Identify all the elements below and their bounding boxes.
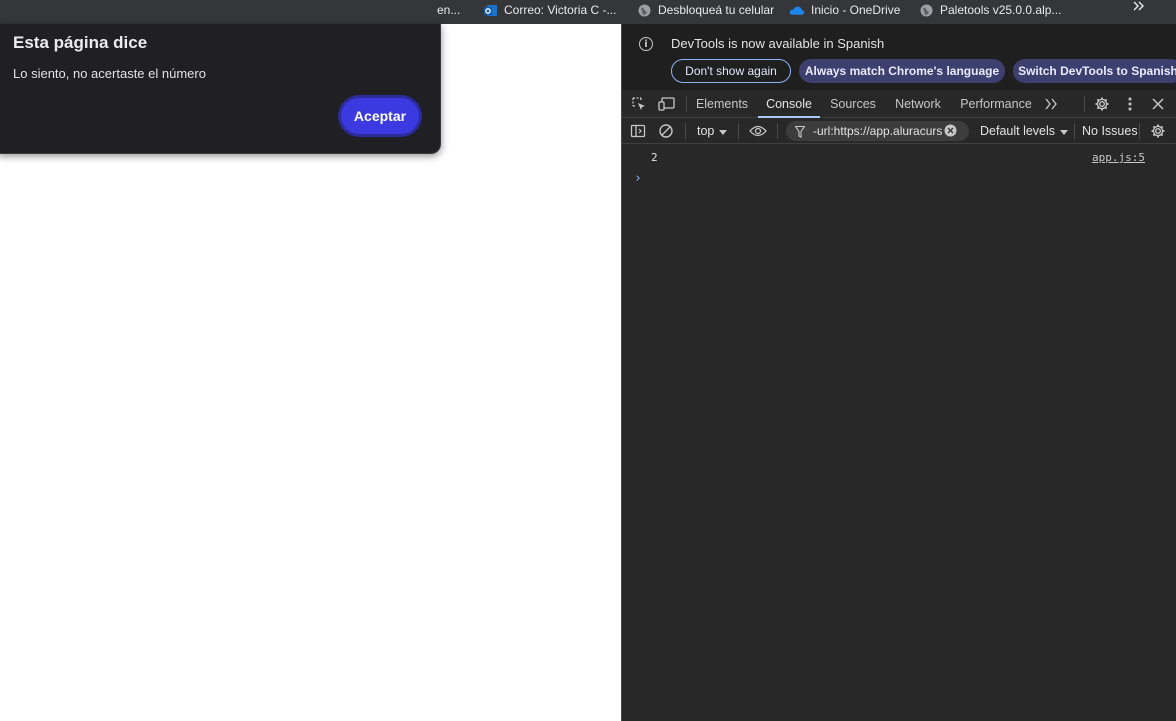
onedrive-icon	[789, 2, 805, 18]
log-levels-dropdown[interactable]: Default levels	[980, 121, 1069, 141]
divider	[738, 123, 739, 139]
chevrons-right-icon[interactable]	[1130, 0, 1148, 12]
filter-icon	[794, 125, 806, 143]
bookmark-paletools[interactable]: Paletools v25.0.0.alp...	[918, 0, 1061, 20]
eye-icon[interactable]	[749, 122, 767, 140]
console-prompt[interactable]: ›	[634, 171, 642, 186]
language-infobar: i DevTools is now available in Spanish D…	[622, 24, 1176, 90]
filter-value: -url:https://app.aluracurs	[813, 124, 943, 138]
bookmarks-bar: en... Correo: Victoria C -... Desbloqueá…	[0, 0, 1176, 24]
console-toolbar: top -url:https://app.aluracurs Default l…	[622, 118, 1176, 144]
console-settings-gear-icon[interactable]	[1149, 122, 1167, 140]
device-toolbar-icon[interactable]	[658, 95, 676, 113]
divider	[1084, 96, 1085, 112]
dialog-title: Esta página dice	[13, 33, 148, 52]
tab-performance[interactable]: Performance	[958, 90, 1034, 118]
clear-console-icon[interactable]	[657, 122, 675, 140]
devtools-panel: i DevTools is now available in Spanish D…	[621, 24, 1176, 721]
bookmark-onedrive[interactable]: Inicio - OneDrive	[789, 0, 900, 20]
close-icon[interactable]	[1149, 95, 1167, 113]
dropdown-caret-icon	[1060, 124, 1069, 138]
outlook-icon	[482, 2, 498, 18]
dont-show-again-button[interactable]: Don't show again	[671, 59, 791, 83]
bookmark-label: Paletools v25.0.0.alp...	[940, 3, 1062, 17]
bookmark-label: Desbloqueá tu celular	[658, 3, 775, 17]
dropdown-caret-icon	[719, 124, 728, 138]
tab-sources[interactable]: Sources	[828, 90, 878, 118]
switch-to-spanish-button[interactable]: Switch DevTools to Spanish	[1013, 59, 1176, 83]
tab-console[interactable]: Console	[758, 90, 820, 118]
log-levels-label: Default levels	[980, 124, 1056, 138]
globe-icon	[918, 2, 934, 18]
bookmark-item[interactable]: en...	[437, 0, 460, 20]
log-source-link[interactable]: app.js:5	[1092, 151, 1145, 164]
inspect-element-icon[interactable]	[630, 95, 648, 113]
bookmark-label: Correo: Victoria C -...	[504, 3, 617, 17]
divider	[1074, 123, 1075, 139]
bookmark-label: Inicio - OneDrive	[811, 3, 901, 17]
clear-filter-icon[interactable]	[944, 124, 957, 142]
more-tabs-icon[interactable]	[1042, 95, 1060, 113]
tab-elements[interactable]: Elements	[694, 90, 750, 118]
devtools-tab-bar: Elements Console Sources Network Perform…	[622, 90, 1176, 118]
divider	[777, 123, 778, 139]
alert-dialog: Esta página dice Lo siento, no acertaste…	[0, 24, 441, 154]
page-viewport: Esta página dice Lo siento, no acertaste…	[0, 24, 621, 721]
bookmark-outlook[interactable]: Correo: Victoria C -...	[482, 0, 616, 20]
console-log-row: 2 app.js:5	[622, 148, 1176, 168]
kebab-menu-icon[interactable]	[1121, 95, 1139, 113]
divider	[686, 96, 687, 112]
always-match-language-button[interactable]: Always match Chrome's language	[799, 59, 1005, 83]
accept-button[interactable]: Aceptar	[341, 98, 419, 134]
context-label: top	[697, 124, 715, 138]
console-output: 2 app.js:5 ›	[622, 144, 1176, 721]
settings-gear-icon[interactable]	[1093, 95, 1111, 113]
bookmark-desbloquea[interactable]: Desbloqueá tu celular	[636, 0, 774, 20]
sidebar-toggle-icon[interactable]	[629, 122, 647, 140]
globe-icon	[636, 2, 652, 18]
tab-network[interactable]: Network	[890, 90, 946, 118]
issues-counter[interactable]: No Issues	[1082, 121, 1138, 141]
dialog-message: Lo siento, no acertaste el número	[13, 66, 206, 81]
info-icon: i	[639, 37, 653, 51]
bookmark-label: en...	[437, 3, 461, 17]
divider	[1139, 123, 1140, 139]
context-selector[interactable]: top	[697, 121, 728, 141]
log-value: 2	[651, 151, 658, 164]
infobar-message: DevTools is now available in Spanish	[671, 36, 885, 51]
divider	[685, 123, 686, 139]
filter-input[interactable]: -url:https://app.aluracurs	[786, 121, 969, 141]
